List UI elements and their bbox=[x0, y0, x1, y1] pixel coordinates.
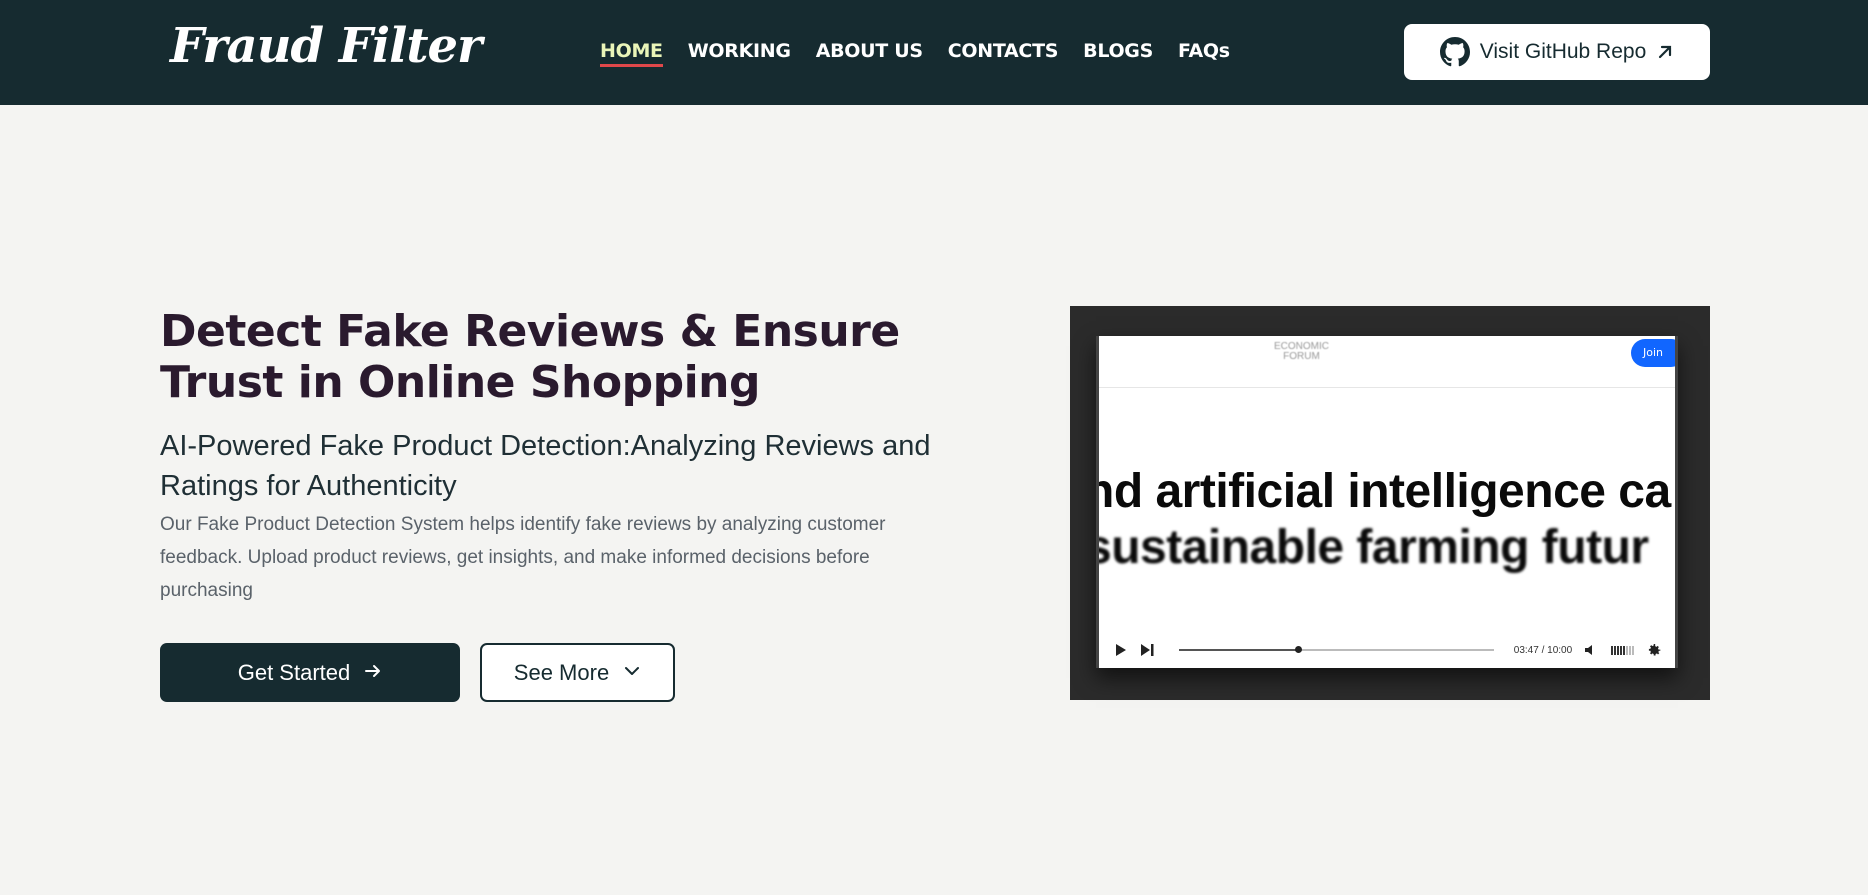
video-panel: ECONOMIC FORUM Join nd artificial intell… bbox=[1070, 306, 1710, 700]
hero-subtitle: AI-Powered Fake Product Detection:Analyz… bbox=[160, 430, 931, 502]
volume-level-bar bbox=[1614, 645, 1616, 655]
get-started-button[interactable]: Get Started bbox=[160, 643, 460, 702]
video-progress-handle[interactable] bbox=[1295, 646, 1303, 653]
video-progress-bar[interactable] bbox=[1178, 646, 1494, 653]
hero-description: Our Fake Product Detection System helps … bbox=[160, 514, 886, 601]
brand-logo[interactable]: Fraud Filter bbox=[170, 18, 482, 74]
github-icon bbox=[1439, 37, 1470, 67]
see-more-label: See More bbox=[513, 659, 610, 685]
see-more-button[interactable]: See More bbox=[480, 643, 675, 702]
nav-item-working[interactable]: WORKING bbox=[688, 40, 791, 67]
visit-github-button[interactable]: Visit GitHub Repo bbox=[1404, 24, 1710, 80]
arrow-right-icon bbox=[364, 660, 382, 686]
video-caption-line-1: nd artificial intelligence ca bbox=[1096, 465, 1671, 518]
volume-slider[interactable] bbox=[1611, 645, 1634, 655]
video-caption: nd artificial intelligence ca sustainabl… bbox=[1096, 464, 1675, 576]
arrow-up-right-icon bbox=[1656, 43, 1674, 61]
nav-item-blogs[interactable]: BLOGS bbox=[1083, 40, 1153, 67]
get-started-label: Get Started bbox=[237, 659, 351, 685]
nav-item-about-us[interactable]: ABOUT US bbox=[816, 40, 923, 67]
volume-level-bar bbox=[1632, 645, 1634, 655]
volume-icon[interactable] bbox=[1584, 642, 1599, 658]
nav-item-faqs[interactable]: FAQs bbox=[1178, 40, 1230, 67]
nav-item-home[interactable]: HOME bbox=[600, 40, 663, 67]
nav-item-contacts[interactable]: CONTACTS bbox=[948, 40, 1059, 67]
volume-level-bar bbox=[1620, 645, 1622, 655]
top-navbar: Fraud Filter HOME WORKING ABOUT US CONTA… bbox=[0, 0, 1868, 105]
hero-title: Detect Fake Reviews & Ensure Trust in On… bbox=[160, 306, 900, 408]
volume-level-bar bbox=[1626, 645, 1628, 655]
video-progress-fill bbox=[1178, 649, 1299, 651]
video-controls: 03:47 / 10:00 bbox=[1099, 632, 1675, 668]
video-site-logo: ECONOMIC FORUM bbox=[1274, 341, 1329, 362]
volume-level-bar bbox=[1623, 645, 1625, 655]
play-icon[interactable] bbox=[1113, 642, 1128, 658]
video-page-header: ECONOMIC FORUM Join bbox=[1099, 336, 1675, 388]
chevron-down-icon bbox=[623, 660, 641, 686]
video-join-badge: Join bbox=[1631, 339, 1675, 367]
main-nav: HOME WORKING ABOUT US CONTACTS BLOGS FAQ… bbox=[600, 40, 1230, 67]
video-player[interactable]: ECONOMIC FORUM Join nd artificial intell… bbox=[1096, 336, 1678, 668]
settings-gear-icon[interactable] bbox=[1646, 642, 1661, 658]
github-button-label: Visit GitHub Repo bbox=[1479, 40, 1647, 63]
video-time: 03:47 / 10:00 bbox=[1513, 644, 1573, 656]
volume-level-bar bbox=[1617, 645, 1619, 655]
next-icon[interactable] bbox=[1140, 642, 1155, 658]
video-caption-line-2: sustainable farming futur bbox=[1096, 521, 1649, 574]
volume-level-bar bbox=[1611, 645, 1613, 655]
volume-level-bar bbox=[1629, 645, 1631, 655]
